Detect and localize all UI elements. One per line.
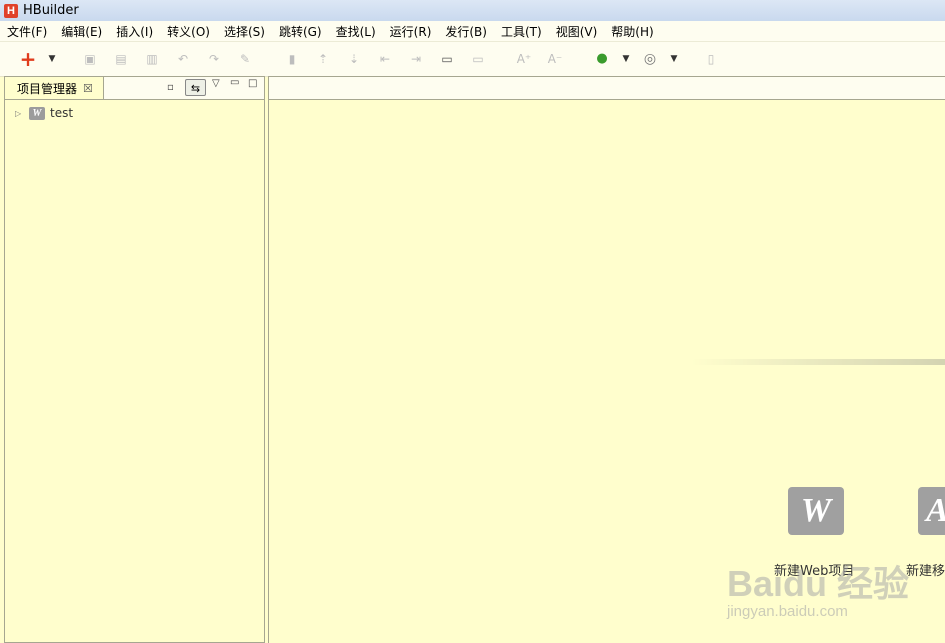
menu-bar: 文件(F) 编辑(E) 插入(I) 转义(O) 选择(S) 跳转(G) 查找(L… [0, 21, 945, 42]
new-icon[interactable]: + [20, 49, 37, 69]
project-explorer-panel: 项目管理器 ☒ ▫ ⇆ ▽ ▭ □ ▷ W test [4, 76, 265, 643]
title-bar: H HBuilder [0, 0, 945, 21]
font-decrease-icon[interactable]: A⁻ [547, 51, 563, 67]
welcome-divider [691, 359, 945, 365]
hbuilder-logo-icon: H [4, 3, 18, 18]
window-title: HBuilder [23, 3, 79, 18]
menu-publish[interactable]: 发行(B) [438, 23, 494, 40]
maximize-icon[interactable]: □ [248, 78, 257, 89]
project-explorer-header: 项目管理器 ☒ ▫ ⇆ ▽ ▭ □ [5, 77, 264, 100]
menu-escape[interactable]: 转义(O) [160, 23, 217, 40]
menu-find[interactable]: 查找(L) [329, 23, 383, 40]
tab-project-explorer-label: 项目管理器 [17, 81, 78, 96]
menu-insert[interactable]: 插入(I) [109, 23, 160, 40]
save-all-icon[interactable]: ▤ [113, 51, 129, 67]
new-web-project-label[interactable]: 新建Web项目 [774, 560, 854, 579]
menu-tools[interactable]: 工具(T) [494, 23, 549, 40]
new-mobile-project-label[interactable]: 新建移 [906, 560, 945, 579]
bookmark-icon[interactable]: ▮ [284, 51, 300, 67]
menu-select[interactable]: 选择(S) [217, 23, 272, 40]
collapse-all-icon[interactable]: ▫ [167, 82, 174, 93]
menu-help[interactable]: 帮助(H) [604, 23, 660, 40]
format-icon[interactable]: ✎ [237, 51, 253, 67]
web-project-icon: W [29, 106, 45, 120]
run-dropdown-icon[interactable]: ▼ [618, 51, 634, 67]
tab-project-explorer[interactable]: 项目管理器 ☒ [5, 77, 104, 99]
font-increase-icon[interactable]: A⁺ [516, 51, 532, 67]
new-web-project-icon[interactable]: W [788, 487, 844, 535]
menu-view[interactable]: 视图(V) [549, 23, 605, 40]
new-mobile-project-icon[interactable]: A [918, 487, 945, 535]
next-icon[interactable]: ⇣ [346, 51, 362, 67]
expand-arrow-icon[interactable]: ▷ [15, 109, 27, 118]
link-editor-icon[interactable]: ⇆ [185, 79, 206, 96]
redo-icon[interactable]: ↷ [206, 51, 222, 67]
editor-tab-strip [269, 77, 945, 100]
new-dropdown-icon[interactable]: ▼ [44, 51, 60, 67]
prev-icon[interactable]: ⇡ [315, 51, 331, 67]
help-icon[interactable]: ▯ [703, 51, 719, 67]
close-icon[interactable]: ☒ [83, 82, 93, 95]
view-menu-icon[interactable]: ▽ [212, 78, 220, 89]
menu-file[interactable]: 文件(F) [0, 23, 54, 40]
jump-end-icon[interactable]: ⇥ [408, 51, 424, 67]
save-as-icon[interactable]: ▥ [144, 51, 160, 67]
undo-icon[interactable]: ↶ [175, 51, 191, 67]
jump-start-icon[interactable]: ⇤ [377, 51, 393, 67]
menu-edit[interactable]: 编辑(E) [54, 23, 109, 40]
tree-item-label: test [50, 106, 74, 120]
browser-icon[interactable]: ◎ [642, 51, 658, 67]
tree-item-test[interactable]: ▷ W test [5, 104, 264, 122]
uncomment-icon[interactable]: ▭ [470, 51, 486, 67]
run-icon[interactable]: ● [594, 51, 610, 67]
project-tree: ▷ W test [5, 104, 264, 122]
menu-goto[interactable]: 跳转(G) [272, 23, 329, 40]
editor-area: W 新建Web项目 A 新建移 [268, 76, 945, 643]
save-icon[interactable]: ▣ [82, 51, 98, 67]
menu-run[interactable]: 运行(R) [383, 23, 439, 40]
browser-dropdown-icon[interactable]: ▼ [666, 51, 682, 67]
minimize-icon[interactable]: ▭ [230, 77, 239, 88]
toolbar: + ▼ ▣ ▤ ▥ ↶ ↷ ✎ ▮ ⇡ ⇣ ⇤ ⇥ ▭ ▭ A⁺ A⁻ ● ▼ … [0, 42, 945, 77]
comment-icon[interactable]: ▭ [439, 51, 455, 67]
